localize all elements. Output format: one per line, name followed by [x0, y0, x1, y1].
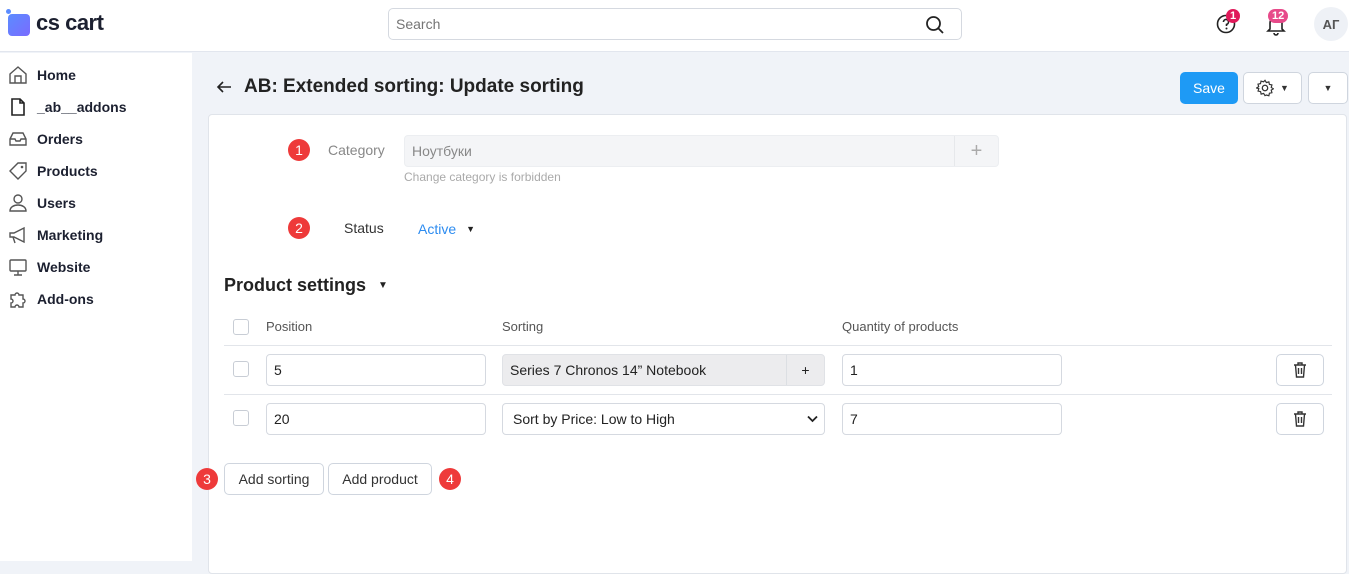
sidebar-item-products[interactable]: Products	[0, 155, 192, 187]
delete-row-button[interactable]	[1276, 354, 1324, 386]
page-title: AB: Extended sorting: Update sorting	[244, 76, 584, 97]
sidebar-item-label: Users	[37, 195, 76, 211]
sidebar-item-label: Marketing	[37, 227, 104, 243]
status-dropdown[interactable]: Active ▼	[418, 221, 475, 237]
notifications-badge: 12	[1268, 9, 1289, 23]
status-label: Status	[344, 220, 384, 236]
sidebar-item-users[interactable]: Users	[0, 187, 192, 219]
quantity-input[interactable]: 7	[842, 403, 1062, 435]
marker-2: 2	[288, 217, 310, 239]
page-header: AB: Extended sorting: Update sorting	[216, 76, 584, 98]
avatar[interactable]: АГ	[1314, 7, 1348, 41]
row-checkbox[interactable]	[233, 361, 249, 377]
column-header-position: Position	[266, 319, 313, 334]
sidebar-item-website[interactable]: Website	[0, 251, 192, 283]
column-header-quantity: Quantity of products	[842, 319, 959, 334]
caret-down-icon: ▼	[1323, 83, 1333, 93]
caret-down-icon: ▼	[466, 224, 476, 234]
caret-down-icon: ▼	[1280, 83, 1289, 93]
search-icon[interactable]	[925, 15, 945, 35]
logo-icon	[6, 9, 30, 36]
monitor-icon	[9, 259, 27, 276]
chevron-down-icon	[807, 415, 818, 423]
save-button[interactable]: Save	[1180, 72, 1238, 104]
sidebar-item-add-ons[interactable]: Add-ons	[0, 283, 192, 315]
settings-dropdown-button[interactable]: ▼	[1243, 72, 1302, 104]
marker-1: 1	[288, 139, 310, 161]
search-input[interactable]	[389, 9, 909, 39]
category-value: Ноутбуки	[412, 143, 472, 159]
sidebar-item-label: Add-ons	[37, 291, 94, 307]
position-input[interactable]: 5	[266, 354, 486, 386]
trash-icon	[1294, 411, 1306, 427]
sorting-value: Series 7 Chronos 14” Notebook	[510, 362, 707, 378]
status-value: Active	[418, 221, 457, 237]
category-hint: Change category is forbidden	[404, 170, 561, 184]
caret-down-icon: ▼	[378, 280, 388, 291]
marker-4: 4	[439, 468, 461, 490]
add-sorting-button[interactable]: Add sorting	[224, 463, 324, 495]
sidebar: Home _ab__addons Orders Products Users M…	[0, 53, 192, 561]
search-box[interactable]	[388, 8, 962, 40]
sorting-select[interactable]: Sort by Price: Low to High	[502, 403, 825, 435]
plus-icon: +	[954, 136, 998, 166]
row-checkbox[interactable]	[233, 410, 249, 426]
sidebar-item-label: Home	[37, 67, 76, 83]
add-product-button[interactable]: Add product	[328, 463, 432, 495]
sorting-value: Sort by Price: Low to High	[513, 411, 675, 427]
top-header: cs cart 1 12 АГ	[0, 0, 1349, 52]
form-card	[208, 114, 1347, 574]
product-settings-toggle[interactable]: Product settings ▼	[224, 275, 388, 296]
position-input[interactable]: 20	[266, 403, 486, 435]
sidebar-item-marketing[interactable]: Marketing	[0, 219, 192, 251]
sidebar-item-ab-addons[interactable]: _ab__addons	[0, 91, 192, 123]
sidebar-item-orders[interactable]: Orders	[0, 123, 192, 155]
select-all-checkbox[interactable]	[233, 319, 249, 335]
plus-icon[interactable]: +	[786, 355, 824, 385]
marker-3: 3	[196, 468, 218, 490]
tag-icon	[9, 162, 27, 180]
file-icon	[11, 98, 25, 116]
sidebar-item-label: Products	[37, 163, 98, 179]
logo[interactable]: cs cart	[6, 9, 104, 36]
sidebar-item-label: Website	[37, 259, 91, 275]
back-arrow-icon[interactable]	[216, 79, 232, 95]
gear-icon	[1256, 79, 1275, 97]
sidebar-item-label: _ab__addons	[37, 99, 127, 115]
inbox-icon	[9, 132, 27, 146]
delete-row-button[interactable]	[1276, 403, 1324, 435]
sidebar-item-label: Orders	[37, 131, 83, 147]
sidebar-item-home[interactable]: Home	[0, 59, 192, 91]
column-header-sorting: Sorting	[502, 319, 544, 334]
trash-icon	[1294, 362, 1306, 378]
puzzle-icon	[10, 292, 26, 308]
section-title: Product settings	[224, 275, 367, 295]
more-dropdown-button[interactable]: ▼	[1308, 72, 1348, 104]
logo-text: cs cart	[36, 10, 104, 35]
user-icon	[9, 194, 27, 212]
help-badge: 1	[1226, 9, 1241, 23]
category-input: Ноутбуки +	[404, 135, 999, 167]
category-label: Category	[328, 142, 385, 158]
quantity-input[interactable]: 1	[842, 354, 1062, 386]
megaphone-icon	[9, 226, 25, 244]
sorting-product-field[interactable]: Series 7 Chronos 14” Notebook +	[502, 354, 825, 386]
home-icon	[9, 66, 27, 84]
